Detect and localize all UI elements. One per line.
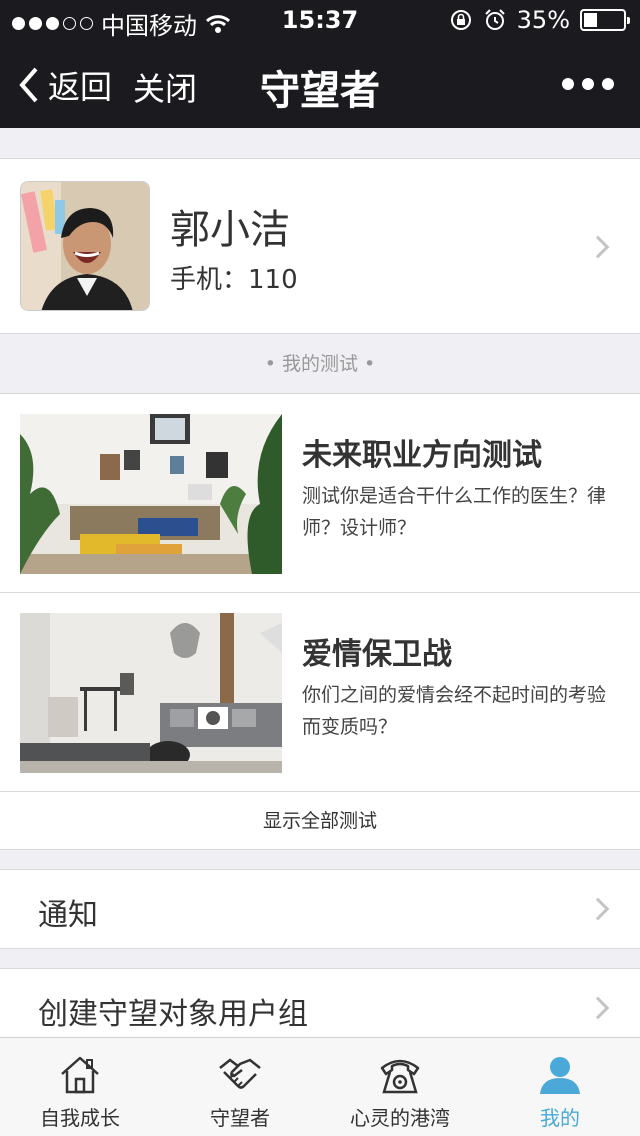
telephone-icon <box>380 1059 420 1094</box>
house-icon <box>61 1056 99 1094</box>
status-right: 35% <box>449 6 630 34</box>
tab-soul-harbor[interactable]: 心灵的港湾 <box>320 1038 480 1136</box>
menu-label: 创建守望对象用户组 <box>38 997 308 1032</box>
profile-card[interactable]: 郭小洁 手机：110 <box>0 158 640 334</box>
chevron-left-icon <box>19 67 38 103</box>
chevron-right-icon <box>586 996 610 1020</box>
back-label: 返回 <box>48 68 113 106</box>
battery-fill <box>584 13 598 27</box>
avatar <box>20 181 150 311</box>
tests-list: 未来职业方向测试 测试你是适合干什么工作的医生？律师？设计师？ 爱情保卫战 你们… <box>0 393 640 850</box>
more-dots-icon[interactable] <box>562 78 614 90</box>
tab-label: 心灵的港湾 <box>350 1106 450 1130</box>
tab-label: 守望者 <box>210 1106 270 1130</box>
close-button[interactable]: 关闭 <box>133 64 197 110</box>
menu-row-notify[interactable]: 通知 <box>0 869 640 949</box>
tab-mine[interactable]: 我的 <box>480 1038 640 1136</box>
test-description: 测试你是适合干什么工作的医生？律师？设计师？ <box>302 485 607 539</box>
back-button[interactable]: 返回 <box>18 62 112 108</box>
section-header-my-tests: • 我的测试 • <box>264 353 376 375</box>
show-all-tests-button[interactable]: 显示全部测试 <box>0 792 640 850</box>
tab-watcher[interactable]: 守望者 <box>160 1038 320 1136</box>
handshake-icon <box>219 1058 261 1089</box>
navigation-bar: 返回 关闭 守望者 <box>0 40 640 128</box>
tab-label: 我的 <box>540 1106 580 1130</box>
test-title: 爱情保卫战 <box>302 637 452 672</box>
battery-icon <box>580 9 630 31</box>
profile-name: 郭小洁 <box>170 207 290 253</box>
test-description: 你们之间的爱情会经不起时间的考验而变质吗？ <box>302 684 607 738</box>
test-thumbnail <box>20 414 282 574</box>
tab-bar: 自我成长 守望者 心灵的港湾 我的 <box>0 1037 640 1136</box>
battery-percent: 35% <box>516 6 570 34</box>
test-thumbnail <box>20 613 282 773</box>
menu-label: 通知 <box>38 898 98 933</box>
test-item[interactable]: 爱情保卫战 你们之间的爱情会经不起时间的考验而变质吗？ <box>0 593 640 792</box>
rotation-lock-icon <box>450 10 471 30</box>
person-icon <box>540 1057 580 1094</box>
menu-row-create-group[interactable]: 创建守望对象用户组 <box>0 968 640 1048</box>
test-title: 未来职业方向测试 <box>302 438 542 473</box>
chevron-right-icon <box>586 897 610 921</box>
test-item[interactable]: 未来职业方向测试 测试你是适合干什么工作的医生？律师？设计师？ <box>0 394 640 593</box>
profile-phone: 手机：110 <box>170 265 298 295</box>
alarm-icon <box>484 9 505 30</box>
chevron-right-icon <box>586 235 610 259</box>
tab-label: 自我成长 <box>40 1106 120 1130</box>
status-bar: 中国移动 15:37 35% <box>0 0 640 40</box>
tab-self-growth[interactable]: 自我成长 <box>0 1038 160 1136</box>
